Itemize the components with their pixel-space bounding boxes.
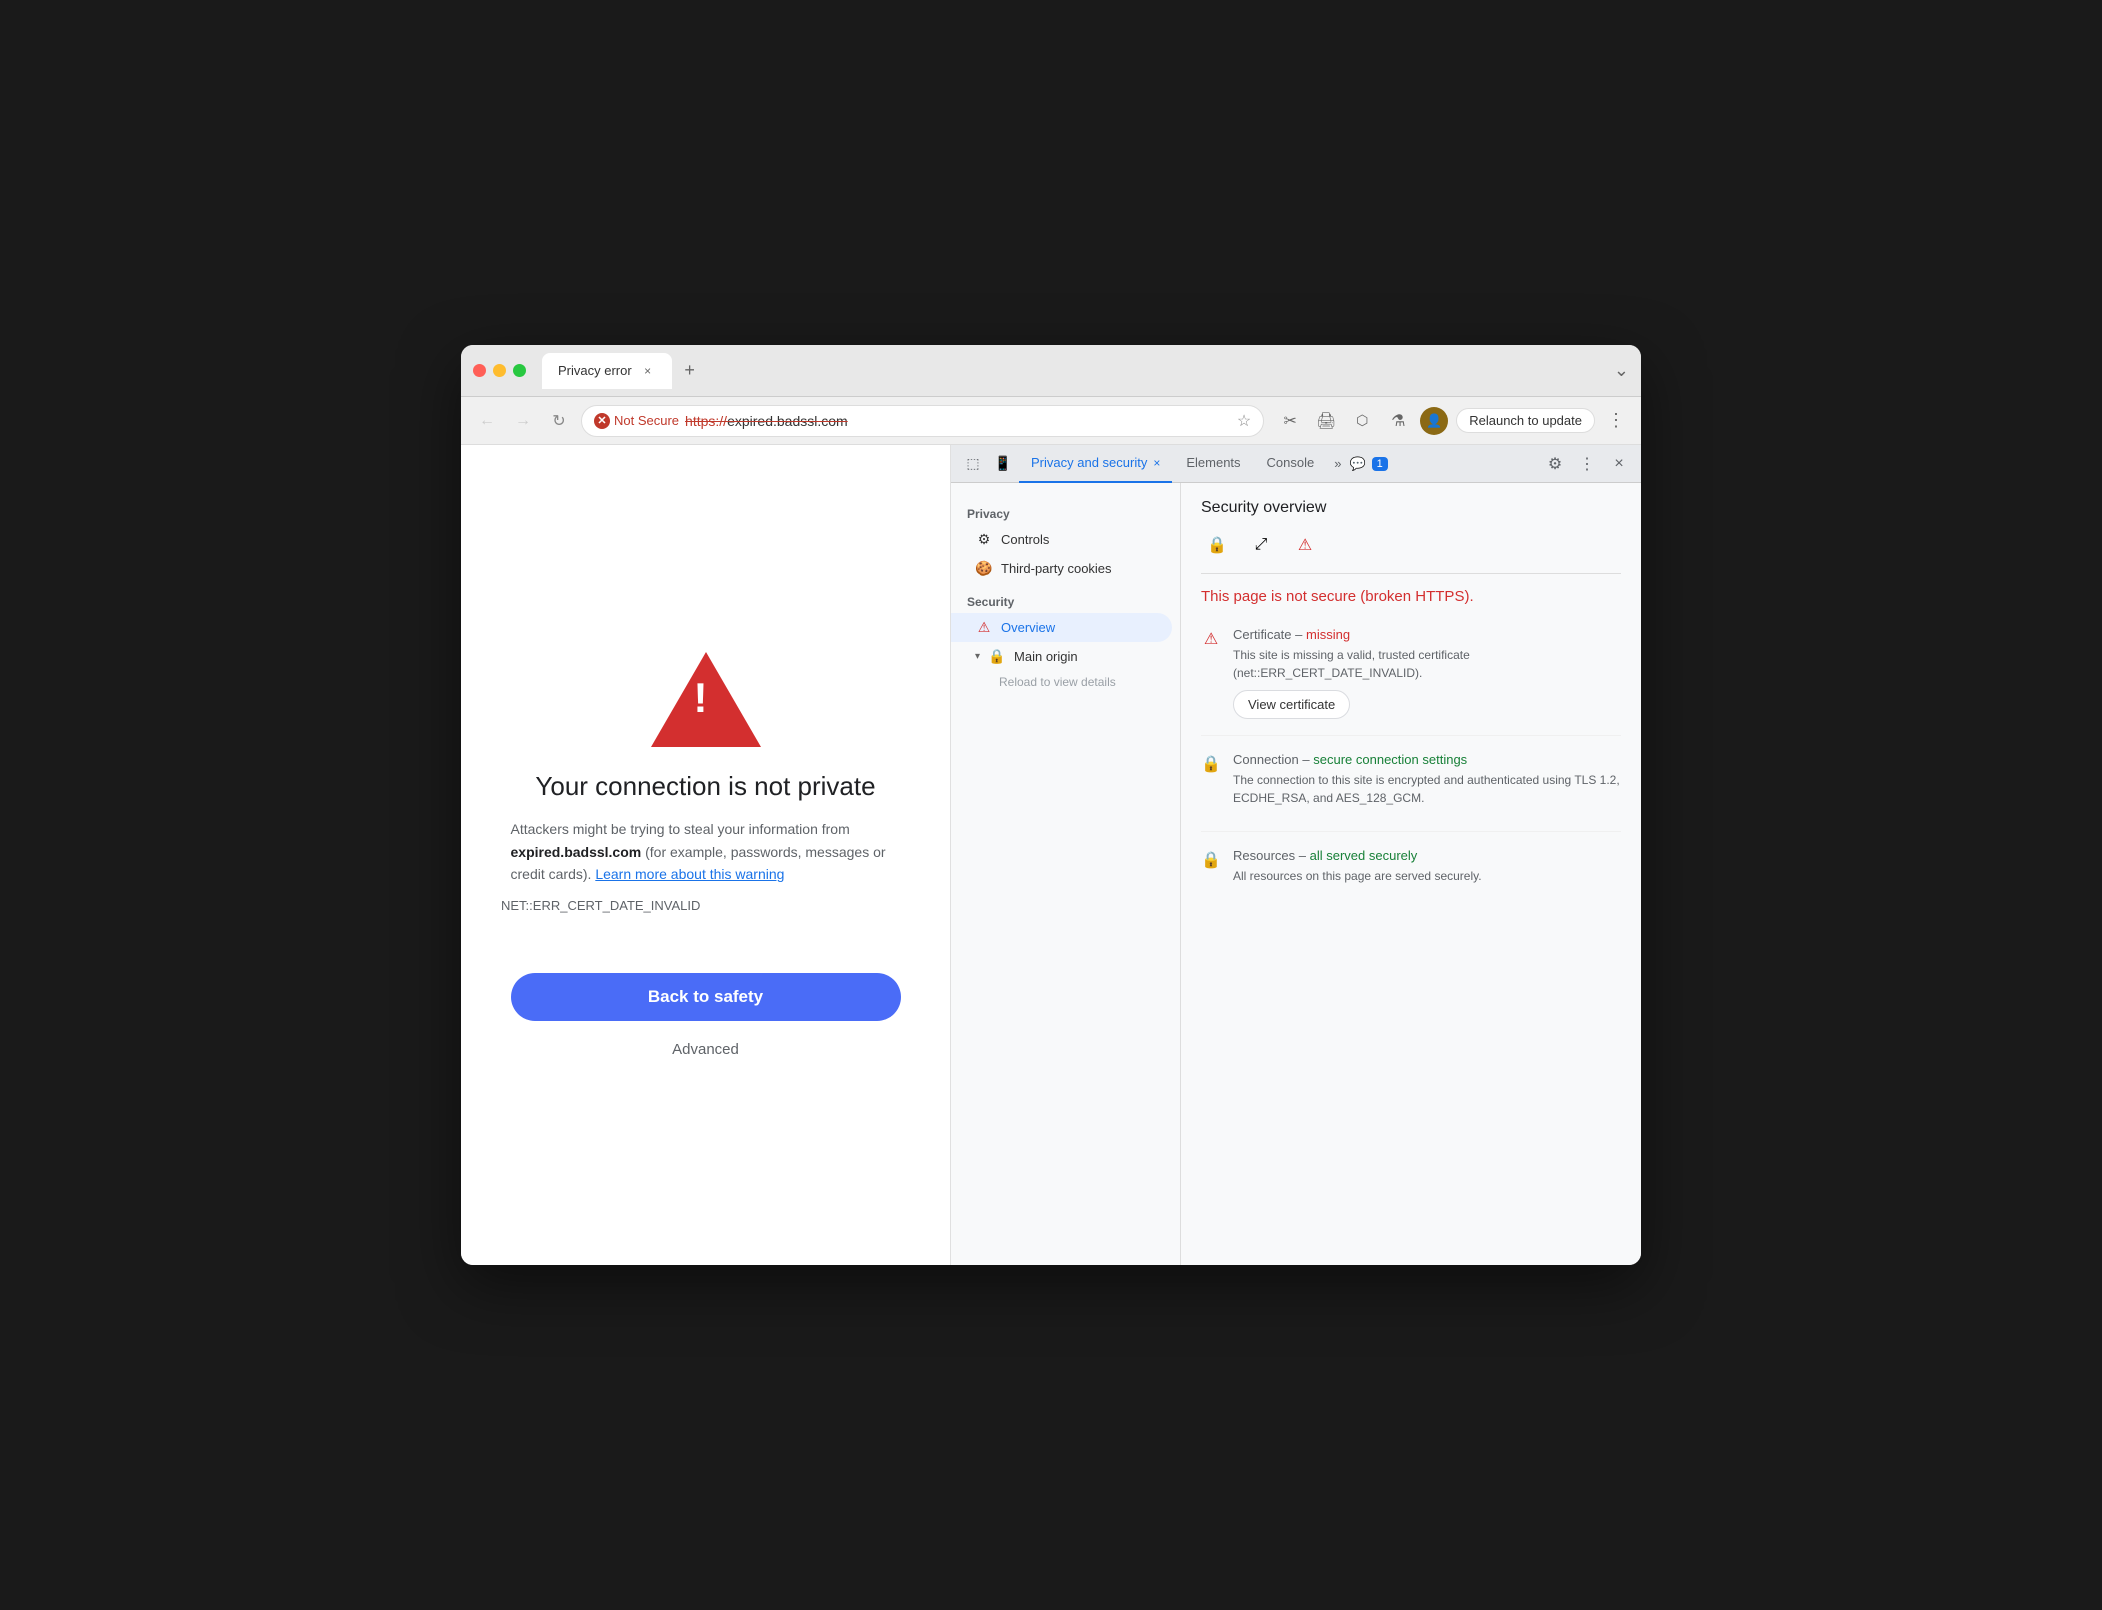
- sidebar-item-main-origin[interactable]: ▾ 🔒 Main origin: [951, 642, 1172, 671]
- not-secure-icon: ✕: [594, 413, 610, 429]
- privacy-tab-close[interactable]: ×: [1153, 456, 1160, 470]
- avatar[interactable]: 👤: [1420, 407, 1448, 435]
- warning-icon-btn[interactable]: ⚠: [1289, 529, 1321, 561]
- devtools-body: Privacy ⚙ Controls 🍪 Third-party cookies…: [951, 483, 1641, 1265]
- scissors-icon[interactable]: ✂: [1276, 407, 1304, 435]
- console-badge: 1: [1372, 457, 1388, 471]
- cert-content: Certificate – missing This site is missi…: [1233, 627, 1621, 719]
- traffic-lights: [473, 364, 526, 377]
- browser-window: Privacy error × + ⌄ ← → ↻ ✕ Not Secure h…: [461, 345, 1641, 1265]
- not-secure-label: Not Secure: [614, 413, 679, 428]
- conn-title: Connection – secure connection settings: [1233, 752, 1621, 767]
- address-bar-icons: ☆: [1237, 411, 1251, 431]
- close-traffic-light[interactable]: [473, 364, 486, 377]
- title-bar: Privacy error × + ⌄: [461, 345, 1641, 397]
- devtools-panel: ⬚ 📱 Privacy and security × Elements Cons…: [951, 445, 1641, 1265]
- device-icon[interactable]: 📱: [989, 450, 1017, 478]
- controls-icon: ⚙: [975, 531, 993, 548]
- conn-content: Connection – secure connection settings …: [1233, 752, 1621, 815]
- error-code: NET::ERR_CERT_DATE_INVALID: [501, 898, 700, 913]
- error-description: Attackers might be trying to steal your …: [511, 818, 901, 885]
- advanced-link[interactable]: Advanced: [672, 1041, 739, 1058]
- tab-privacy-and-security[interactable]: Privacy and security ×: [1019, 445, 1172, 483]
- tab-close-button[interactable]: ×: [640, 363, 656, 379]
- back-to-safety-button[interactable]: Back to safety: [511, 973, 901, 1021]
- inspector-icon[interactable]: ⬚: [959, 450, 987, 478]
- learn-more-link[interactable]: Learn more about this warning: [595, 866, 784, 882]
- main-content: Your connection is not private Attackers…: [461, 445, 1641, 1265]
- tab-console[interactable]: Console: [1255, 445, 1327, 483]
- devtools-settings-button[interactable]: ⚙: [1541, 450, 1569, 478]
- resources-check: 🔒 Resources – all served securely All re…: [1201, 848, 1621, 909]
- address-url-protocol: https://expired.badssl.com: [685, 413, 848, 429]
- security-overview: Security overview 🔒 ⤢ ⚠ This page is not…: [1181, 483, 1641, 941]
- error-title: Your connection is not private: [535, 771, 875, 802]
- conn-desc: The connection to this site is encrypted…: [1233, 771, 1621, 807]
- cert-warning-icon: ⚠: [1201, 629, 1221, 649]
- minimize-traffic-light[interactable]: [493, 364, 506, 377]
- security-overview-title: Security overview: [1201, 499, 1621, 517]
- res-title: Resources – all served securely: [1233, 848, 1621, 863]
- security-icons-row: 🔒 ⤢ ⚠: [1201, 529, 1621, 574]
- more-tabs-button[interactable]: »: [1328, 452, 1347, 475]
- res-desc: All resources on this page are served se…: [1233, 867, 1621, 885]
- active-tab[interactable]: Privacy error ×: [542, 353, 672, 389]
- collapse-icon: ▾: [975, 651, 980, 662]
- print-icon[interactable]: 🖨: [1312, 407, 1340, 435]
- tab-bar: Privacy error × +: [542, 353, 1606, 389]
- nav-actions: ✂ 🖨 ⬡ ⚗ 👤 Relaunch to update ⋮: [1276, 407, 1629, 435]
- conn-lock-icon: 🔒: [1201, 754, 1221, 774]
- sidebar-reload-details[interactable]: Reload to view details: [951, 671, 1180, 693]
- tab-elements[interactable]: Elements: [1174, 445, 1252, 483]
- security-section-title: Security: [951, 591, 1180, 613]
- tab-label: Privacy error: [558, 363, 632, 378]
- sidebar-item-controls[interactable]: ⚙ Controls: [951, 525, 1172, 554]
- tab-dropdown-button[interactable]: ⌄: [1614, 360, 1629, 381]
- conn-status: secure connection settings: [1313, 752, 1467, 767]
- cert-title: Certificate – missing: [1233, 627, 1621, 642]
- certificate-check: ⚠ Certificate – missing This site is mis…: [1201, 627, 1621, 736]
- devtools-menu-button[interactable]: ⋮: [1573, 450, 1601, 478]
- new-tab-button[interactable]: +: [676, 357, 704, 385]
- privacy-section-title: Privacy: [951, 503, 1180, 525]
- security-status-text: This page is not secure (broken HTTPS).: [1201, 586, 1621, 607]
- connection-check: 🔒 Connection – secure connection setting…: [1201, 752, 1621, 832]
- cert-status: missing: [1306, 627, 1350, 642]
- error-warning-icon: [651, 652, 761, 747]
- expand-icon-btn[interactable]: ⤢: [1245, 529, 1277, 561]
- forward-button[interactable]: →: [509, 407, 537, 435]
- view-certificate-button[interactable]: View certificate: [1233, 690, 1350, 719]
- warning-triangle: [651, 652, 761, 747]
- cast-icon[interactable]: ⬡: [1348, 407, 1376, 435]
- lock-icon-btn[interactable]: 🔒: [1201, 529, 1233, 561]
- devtools-main-panel: Security overview 🔒 ⤢ ⚠ This page is not…: [1181, 483, 1641, 1265]
- res-content: Resources – all served securely All reso…: [1233, 848, 1621, 893]
- devtools-right-icons: ⚙ ⋮ ×: [1541, 450, 1633, 478]
- nav-bar: ← → ↻ ✕ Not Secure https://expired.badss…: [461, 397, 1641, 445]
- not-secure-badge[interactable]: ✕ Not Secure: [594, 413, 679, 429]
- devtools-tabbar: ⬚ 📱 Privacy and security × Elements Cons…: [951, 445, 1641, 483]
- chrome-menu-button[interactable]: ⋮: [1603, 410, 1629, 431]
- devtools-close-button[interactable]: ×: [1605, 450, 1633, 478]
- sidebar-item-overview[interactable]: ⚠ Overview: [951, 613, 1172, 642]
- bookmark-icon[interactable]: ☆: [1237, 411, 1251, 431]
- refresh-button[interactable]: ↻: [545, 407, 573, 435]
- fullscreen-traffic-light[interactable]: [513, 364, 526, 377]
- sidebar-item-third-party-cookies[interactable]: 🍪 Third-party cookies: [951, 554, 1172, 583]
- error-page: Your connection is not private Attackers…: [461, 445, 951, 1265]
- cert-desc: This site is missing a valid, trusted ce…: [1233, 646, 1621, 682]
- overview-warning-icon: ⚠: [975, 619, 993, 636]
- address-bar[interactable]: ✕ Not Secure https://expired.badssl.com …: [581, 405, 1264, 437]
- res-status: all served securely: [1310, 848, 1418, 863]
- res-lock-icon: 🔒: [1201, 850, 1221, 870]
- back-button[interactable]: ←: [473, 407, 501, 435]
- origin-lock-icon: 🔒: [988, 648, 1006, 665]
- cookies-icon: 🍪: [975, 560, 993, 577]
- devtools-sidebar: Privacy ⚙ Controls 🍪 Third-party cookies…: [951, 483, 1181, 1265]
- relaunch-button[interactable]: Relaunch to update: [1456, 408, 1595, 433]
- labs-icon[interactable]: ⚗: [1384, 407, 1412, 435]
